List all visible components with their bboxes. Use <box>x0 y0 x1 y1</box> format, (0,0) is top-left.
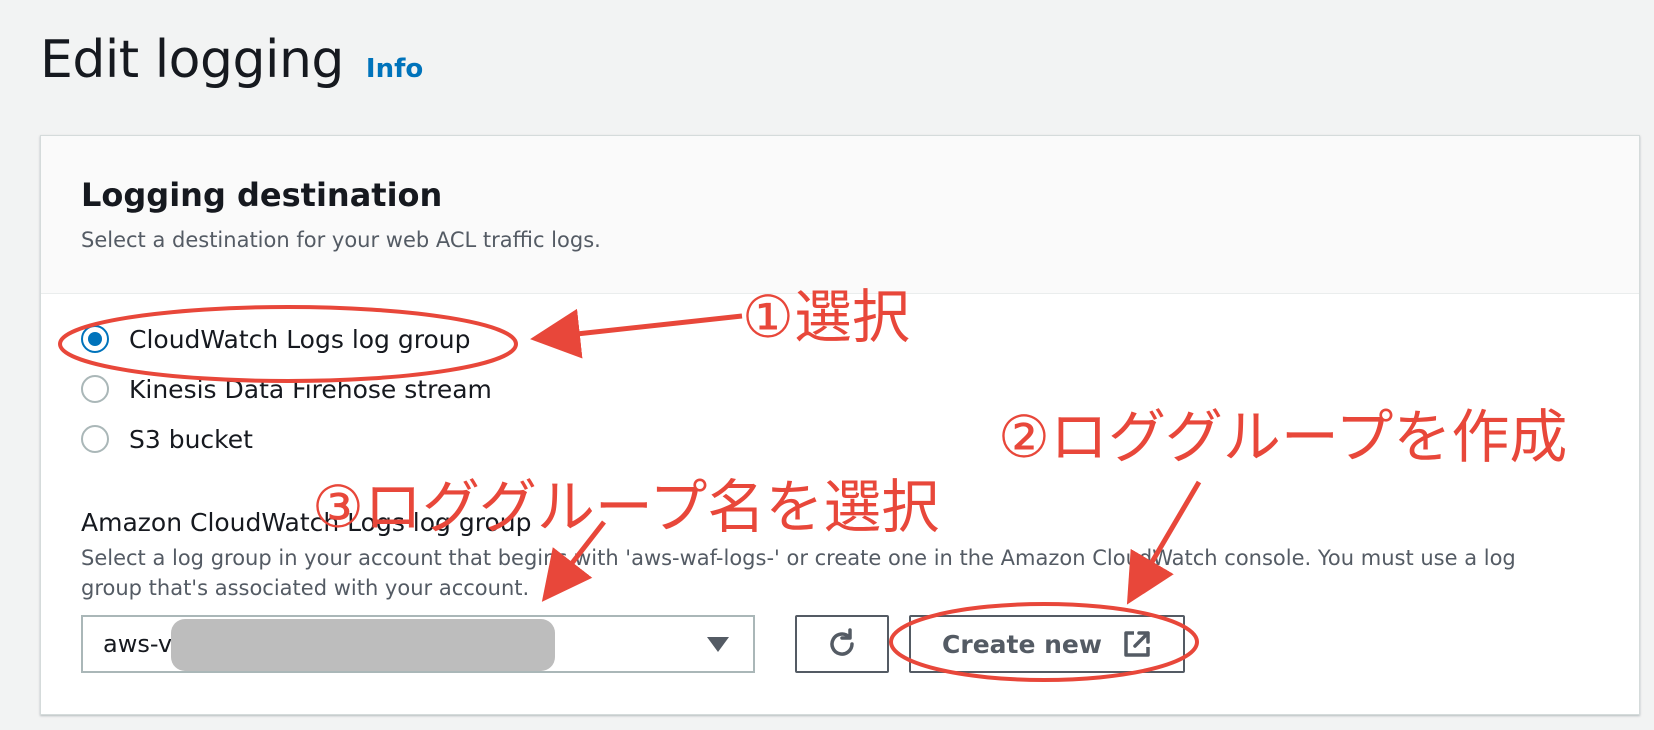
annotation-step3: ③ロググループ名を選択 <box>312 473 940 541</box>
destination-radio-group: CloudWatch Logs log group Kinesis Data F… <box>81 314 492 464</box>
radio-button-checked[interactable] <box>81 325 109 353</box>
log-group-select-value: aws-v <box>103 630 173 658</box>
radio-button[interactable] <box>81 425 109 453</box>
page-header: Edit logging Info <box>40 30 423 90</box>
annotation-step1: ①選択 <box>742 283 910 351</box>
caret-down-icon <box>707 637 729 652</box>
panel-description: Select a destination for your web ACL tr… <box>81 228 601 252</box>
info-link[interactable]: Info <box>366 54 423 84</box>
annotation-step2: ②ロググループを作成 <box>998 403 1568 471</box>
log-group-select[interactable]: aws-v <box>81 615 755 673</box>
create-new-label: Create new <box>942 629 1102 659</box>
create-new-button[interactable]: Create new <box>909 615 1185 673</box>
radio-label: Kinesis Data Firehose stream <box>129 374 492 404</box>
radio-kinesis[interactable]: Kinesis Data Firehose stream <box>81 364 492 414</box>
external-link-icon <box>1124 631 1150 657</box>
panel-title: Logging destination <box>81 176 443 214</box>
log-group-controls: aws-v Create new <box>81 615 1185 673</box>
page-title: Edit logging <box>40 30 344 90</box>
radio-button[interactable] <box>81 375 109 403</box>
refresh-button[interactable] <box>795 615 889 673</box>
refresh-icon <box>830 628 854 656</box>
radio-cloudwatch[interactable]: CloudWatch Logs log group <box>81 314 492 364</box>
radio-label: CloudWatch Logs log group <box>129 324 471 354</box>
radio-s3[interactable]: S3 bucket <box>81 414 492 464</box>
redaction-mask <box>171 619 555 671</box>
radio-label: S3 bucket <box>129 424 253 454</box>
log-group-description: Select a log group in your account that … <box>81 546 1516 600</box>
